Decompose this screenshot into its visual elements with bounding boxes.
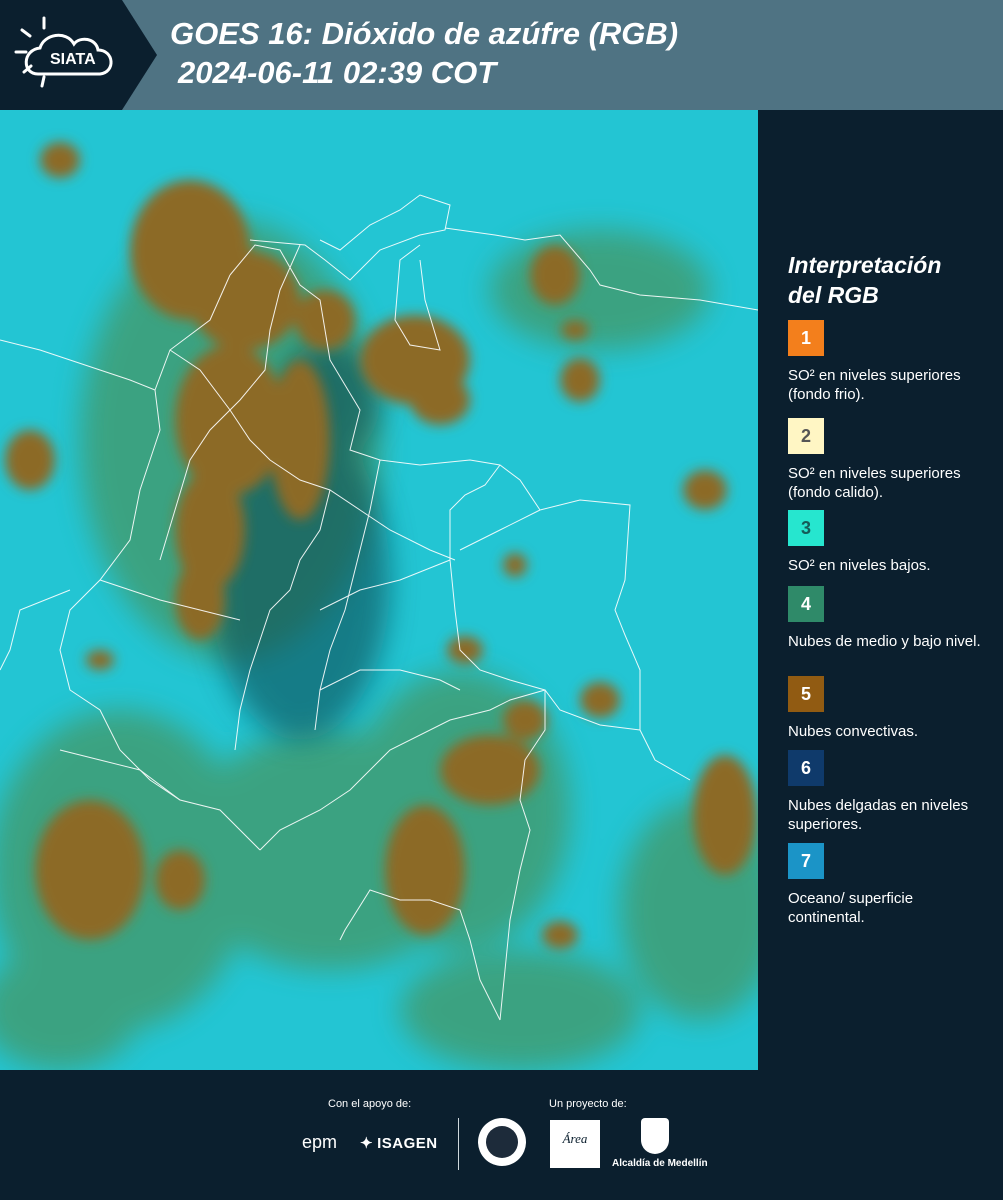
siata-logo: SIATA (0, 0, 160, 110)
footer: Con el apoyo de: Un proyecto de: epm ✦ IS… (0, 1070, 1003, 1200)
legend-label: SO² en niveles bajos. (788, 557, 931, 574)
legend-swatch: 1 (788, 320, 824, 356)
legend-label: Oceano/ superficie continental. (788, 890, 914, 926)
legend-item: 1 SO² en niveles superiores (fondo frio)… (788, 320, 988, 404)
legend-item: 3 SO² en niveles bajos. (788, 510, 988, 575)
legend-item: 7 Oceano/ superficie continental. (788, 843, 988, 927)
header-bar: SIATA GOES 16: Dióxido de azúfre (RGB) 2… (0, 0, 1003, 110)
project-label: Un proyecto de: (549, 1098, 627, 1110)
isagen-text: ISAGEN (377, 1135, 438, 1152)
footer-divider (458, 1118, 459, 1170)
legend-item: 2 SO² en niveles superiores (fondo calid… (788, 418, 988, 502)
isagen-logo: ✦ ISAGEN (360, 1134, 438, 1152)
support-label: Con el apoyo de: (328, 1098, 412, 1110)
epm-logo: epm (302, 1132, 338, 1152)
legend-swatch: 6 (788, 750, 824, 786)
legend-item: 5 Nubes convectivas. (788, 676, 988, 741)
legend-label: Nubes delgadas en niveles superiores. (788, 797, 969, 833)
legend-title-line1: Interpretación (788, 252, 942, 278)
alcaldia-shield-icon (641, 1118, 669, 1154)
legend-swatch: 5 (788, 676, 824, 712)
timestamp: 2024-06-11 02:39 COT (178, 55, 497, 90)
legend-swatch: 4 (788, 586, 824, 622)
legend-swatch: 3 (788, 510, 824, 546)
legend-label: Nubes convectivas. (788, 723, 919, 740)
area-metropolitana-logo: Área (550, 1120, 600, 1168)
alcaldia-label: Alcaldía de Medellín (612, 1158, 708, 1169)
logo-text: SIATA (50, 51, 96, 68)
legend-item: 6 Nubes delgadas en niveles superiores. (788, 750, 988, 834)
legend-label: SO² en niveles superiores (fondo calido)… (788, 465, 961, 501)
legend-swatch: 2 (788, 418, 824, 454)
page-title: GOES 16: Dióxido de azúfre (RGB) (170, 16, 679, 51)
legend-label: Nubes de medio y bajo nivel. (788, 633, 981, 650)
legend-label: SO² en niveles superiores (fondo frio). (788, 367, 961, 403)
legend-title-line2: del RGB (788, 282, 879, 308)
university-seal-icon (478, 1118, 526, 1166)
legend-swatch: 7 (788, 843, 824, 879)
legend-item: 4 Nubes de medio y bajo nivel. (788, 586, 988, 651)
legend-panel: Interpretación del RGB 1 SO² en niveles … (758, 110, 1003, 1070)
satellite-map (0, 110, 758, 1070)
isagen-mark-icon: ✦ (360, 1135, 374, 1152)
legend-title: Interpretación del RGB (788, 250, 988, 310)
